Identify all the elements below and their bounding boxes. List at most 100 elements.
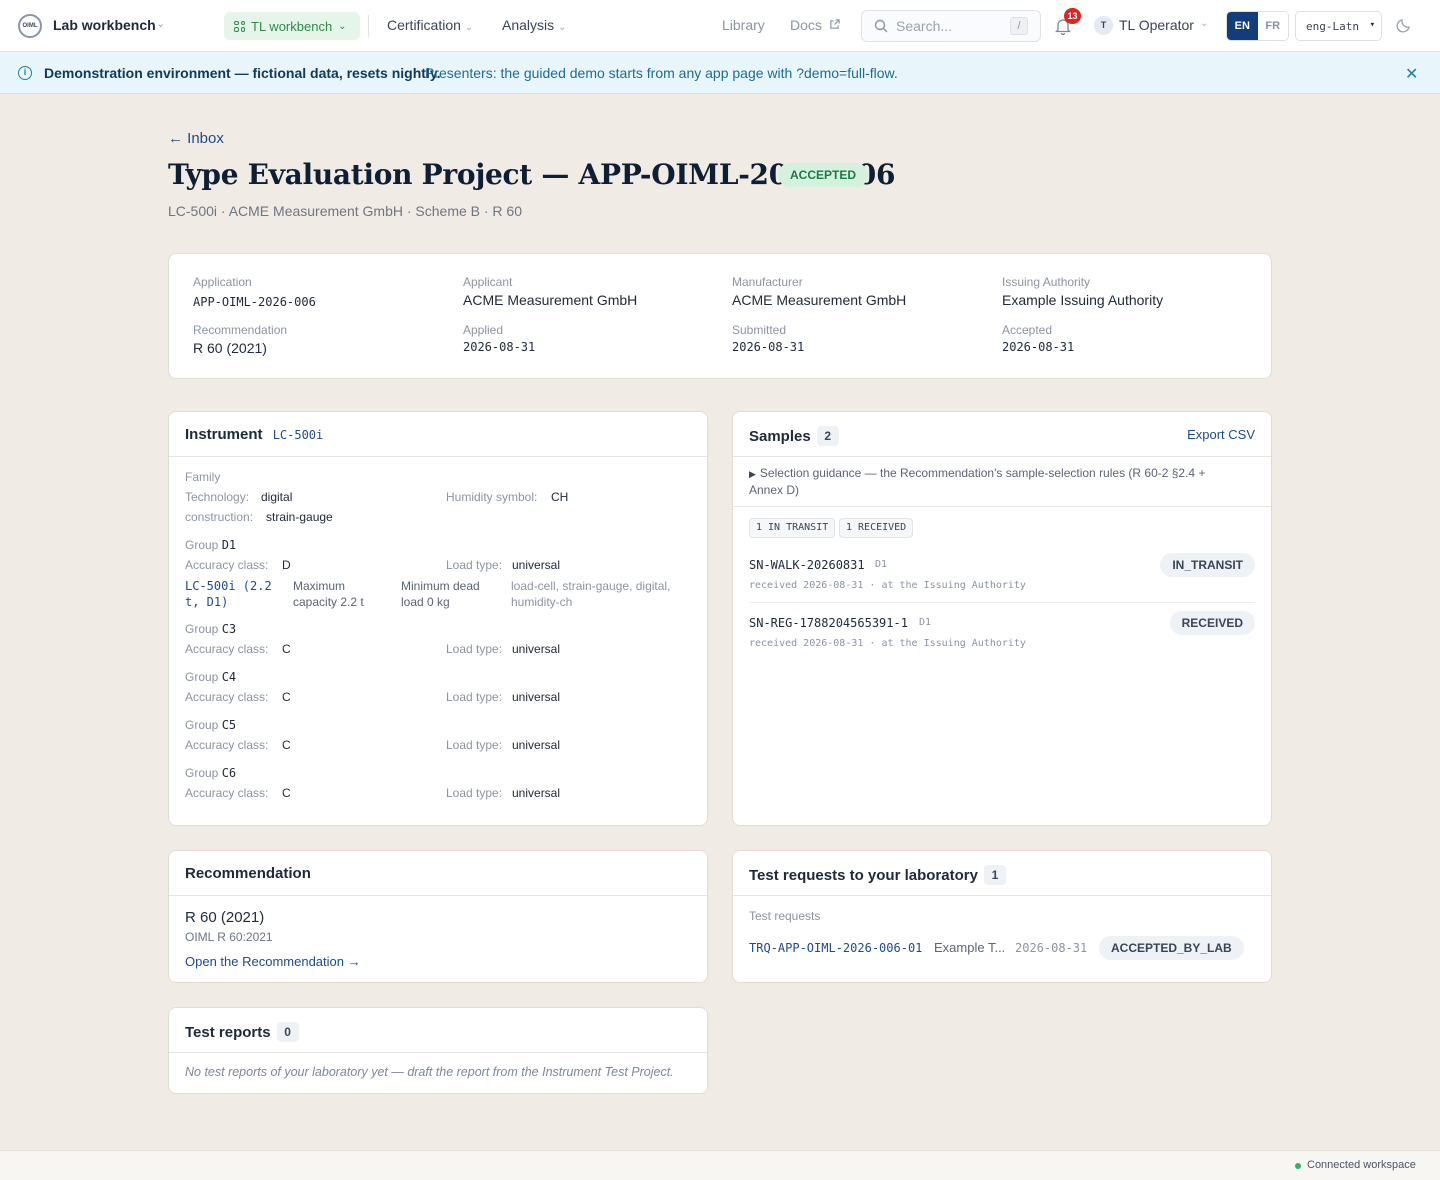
- variant-name-line: t, D1): [185, 595, 229, 609]
- info-icon: i: [18, 66, 32, 80]
- sample-status-badge: RECEIVED: [1169, 611, 1255, 635]
- test-requests-count: 1: [983, 865, 1006, 885]
- received-chip: 1 RECEIVED: [839, 518, 914, 538]
- manufacturer-value: ACME Measurement GmbH: [732, 292, 907, 308]
- test-requests-card: Test requests to your laboratory 1 Test r…: [732, 850, 1272, 983]
- sample-meta: received 2026-08-31 · at the Issuing Aut…: [749, 580, 1026, 591]
- load-value: universal: [512, 786, 561, 800]
- search-input[interactable]: Search... /: [861, 10, 1041, 42]
- export-csv-button[interactable]: Export CSV: [1187, 427, 1255, 442]
- guidance-text: Annex D): [749, 483, 800, 497]
- variant-name-line: LC-500i (2.2: [185, 579, 272, 593]
- test-request-date: 2026-08-31: [1015, 941, 1088, 955]
- page-subtitle: LC-500i · ACME Measurement GmbH · Scheme…: [168, 203, 523, 219]
- lang-en-button[interactable]: EN: [1227, 12, 1258, 40]
- disclosure-triangle-icon: ▶: [749, 469, 756, 479]
- test-requests-title: Test requests to your laboratory 1: [749, 865, 1006, 885]
- variant-max-line: Maximum: [293, 579, 346, 593]
- divider: [368, 15, 369, 37]
- nav-certification[interactable]: Certification ⌄: [387, 17, 473, 33]
- grid-icon: [234, 20, 245, 32]
- nav-library[interactable]: Library: [722, 17, 765, 33]
- banner-message: Presenters: the guided demo starts from …: [425, 65, 898, 81]
- banner-title: Demonstration environment — fictional da…: [44, 65, 441, 81]
- test-request-status-badge: ACCEPTED_BY_LAB: [1099, 936, 1244, 960]
- application-label: Application: [193, 275, 252, 289]
- instrument-title-text: Instrument: [185, 426, 263, 443]
- samples-card-header: Samples 2 Export CSV: [733, 412, 1271, 457]
- instrument-card: Instrument LC-500i Family Technology: di…: [168, 411, 708, 826]
- group-heading: Group D1: [185, 538, 236, 552]
- back-to-inbox-link[interactable]: ← Inbox: [168, 130, 224, 147]
- accuracy-value: C: [282, 690, 291, 704]
- variant-tags-line: load-cell, strain-gauge, digital,: [511, 579, 671, 593]
- test-request-lab: Example T...: [934, 940, 1006, 955]
- submitted-label: Submitted: [732, 323, 787, 337]
- accepted-label: Accepted: [1002, 323, 1053, 337]
- top-bar: OIML Lab workbench ⌄ TL workbench ⌄ Cert…: [0, 0, 1440, 52]
- docs-label: Docs: [790, 17, 822, 33]
- submitted-value: 2026-08-31: [732, 340, 805, 354]
- recommendation-card: Recommendation R 60 (2021) OIML R 60:202…: [168, 850, 708, 983]
- test-reports-title: Test reports 0: [185, 1022, 299, 1042]
- samples-count: 2: [816, 426, 839, 446]
- variant-min-dead-load: Minimum dead load 0 kg: [401, 578, 480, 610]
- group-heading: Group C3: [185, 622, 236, 636]
- divider: [749, 602, 1255, 603]
- sample-id[interactable]: SN-REG-1788204565391-1: [749, 616, 908, 630]
- moon-icon[interactable]: [1396, 17, 1412, 33]
- connection-status: Connected workspace: [1307, 1159, 1416, 1171]
- workspace-label: TL workbench: [251, 18, 333, 34]
- avatar[interactable]: T: [1094, 16, 1113, 35]
- load-value: universal: [512, 558, 561, 572]
- applicant-label: Applicant: [463, 275, 513, 289]
- construction-value: strain-gauge: [266, 510, 333, 524]
- nav-analysis[interactable]: Analysis ⌄: [502, 17, 567, 33]
- chevron-down-icon: ▾: [1369, 20, 1375, 30]
- sample-meta: received 2026-08-31 · at the Issuing Aut…: [749, 638, 1026, 649]
- variant-max-capacity: Maximum capacity 2.2 t: [293, 578, 364, 610]
- instrument-model: LC-500i: [272, 428, 324, 442]
- search-icon: [874, 19, 888, 33]
- user-menu[interactable]: TL Operator: [1119, 17, 1194, 33]
- sample-status-badge: IN_TRANSIT: [1160, 553, 1255, 577]
- group-heading: Group C5: [185, 718, 236, 732]
- script-select[interactable]: eng-Latn ▾: [1295, 11, 1382, 41]
- applied-value: 2026-08-31: [463, 340, 536, 354]
- sample-id[interactable]: SN-WALK-20260831: [749, 558, 865, 572]
- load-label: Load type:: [446, 690, 503, 704]
- samples-card: Samples 2 Export CSV ▶ Selection guidance …: [732, 411, 1272, 826]
- close-icon[interactable]: ✕: [1405, 64, 1418, 84]
- sample-group: D1: [875, 559, 888, 570]
- test-request-id-link[interactable]: TRQ-APP-OIML-2026-006-01: [749, 941, 922, 955]
- variant-link[interactable]: LC-500i (2.2 t, D1): [185, 578, 272, 610]
- group-label: Group: [185, 766, 219, 780]
- applied-label: Applied: [463, 323, 504, 337]
- chevron-down-icon: ⌄: [464, 22, 474, 33]
- guidance-text: Selection guidance — the Recommendation'…: [759, 466, 1206, 480]
- authority-value: Example Issuing Authority: [1002, 292, 1164, 308]
- variant-min-line: load 0 kg: [401, 595, 450, 609]
- chevron-down-icon[interactable]: ⌄: [1200, 18, 1208, 29]
- notification-badge: 13: [1064, 8, 1081, 24]
- selection-guidance-toggle[interactable]: ▶ Selection guidance — the Recommendation…: [749, 465, 1254, 498]
- test-reports-count: 0: [276, 1022, 299, 1042]
- technology-label: Technology:: [185, 490, 250, 504]
- group-label: Group: [185, 622, 219, 636]
- instrument-card-header: Instrument LC-500i: [169, 412, 707, 457]
- technology-value: digital: [261, 490, 293, 504]
- connection-status-dot: [1295, 1163, 1301, 1169]
- app-name[interactable]: Lab workbench: [53, 17, 156, 33]
- accuracy-label: Accuracy class:: [185, 642, 269, 656]
- accuracy-label: Accuracy class:: [185, 738, 269, 752]
- nav-docs[interactable]: Docs: [790, 17, 840, 33]
- workspace-switcher[interactable]: TL workbench ⌄: [224, 12, 360, 40]
- chevron-down-icon[interactable]: ⌄: [156, 17, 165, 30]
- open-recommendation-link[interactable]: Open the Recommendation →: [185, 954, 361, 969]
- group-id: D1: [221, 538, 237, 552]
- lang-fr-button[interactable]: FR: [1257, 12, 1288, 40]
- family-label: Family: [185, 470, 221, 484]
- recommendation-name: R 60 (2021): [185, 909, 265, 926]
- accuracy-label: Accuracy class:: [185, 690, 269, 704]
- oiml-logo[interactable]: OIML: [18, 14, 42, 38]
